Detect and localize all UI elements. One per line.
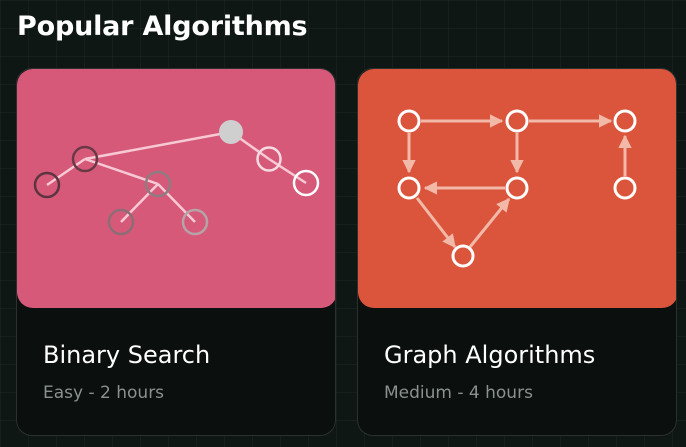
card-thumbnail <box>358 69 676 308</box>
card-title: Graph Algorithms <box>384 341 596 369</box>
algorithm-card-graph-algorithms[interactable]: Graph Algorithms Medium - 4 hours <box>357 68 677 436</box>
directed-graph-icon <box>397 109 637 268</box>
card-title: Binary Search <box>43 341 211 369</box>
card-meta: Medium - 4 hours <box>384 383 533 403</box>
card-meta: Easy - 2 hours <box>43 383 165 403</box>
algorithm-card-binary-search[interactable]: Binary Search Easy - 2 hours <box>16 68 336 436</box>
card-thumbnail <box>17 69 335 308</box>
binary-tree-icon <box>33 120 320 236</box>
section-title: Popular Algorithms <box>17 11 308 42</box>
